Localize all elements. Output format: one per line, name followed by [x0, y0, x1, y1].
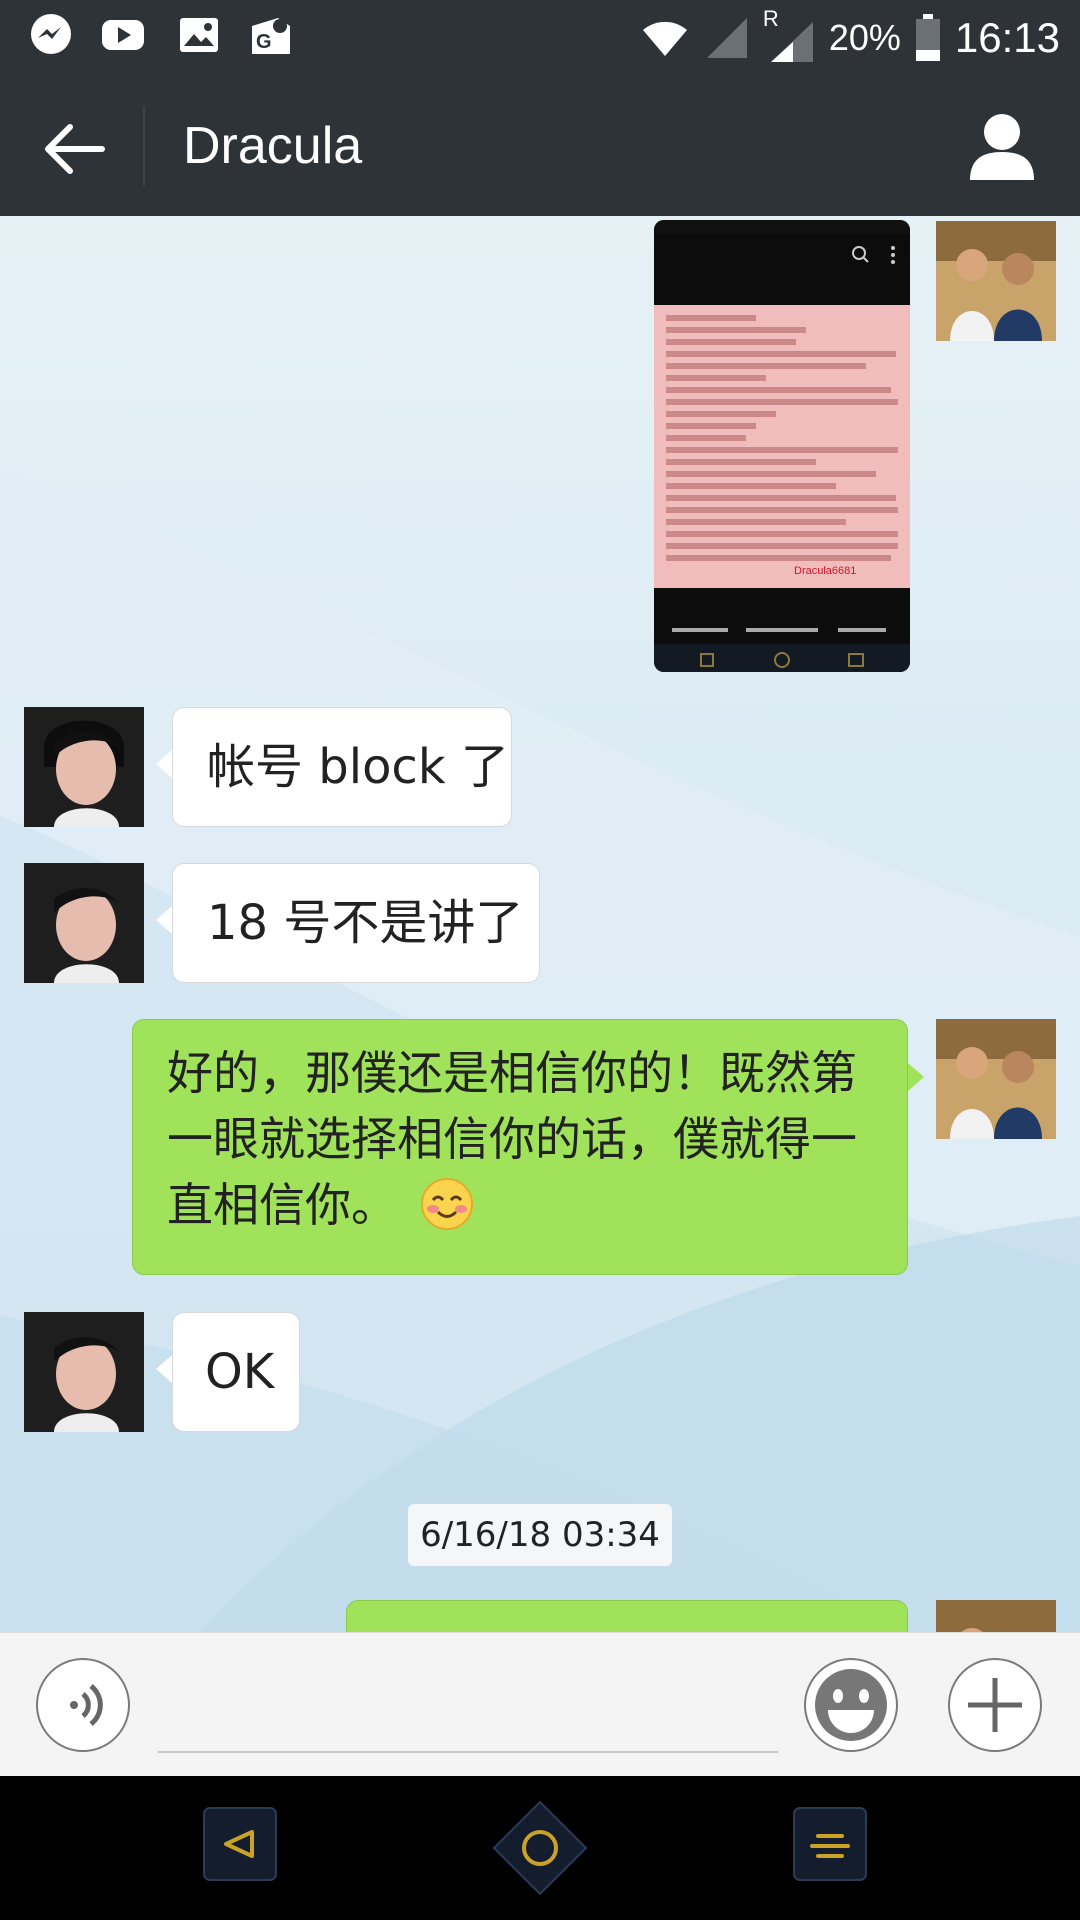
voice-icon — [70, 1684, 103, 1726]
message-input-bar — [0, 1632, 1080, 1777]
bubble-tail — [156, 906, 172, 934]
watermark-text: Dracula6681 — [794, 565, 857, 577]
plus-icon — [968, 1678, 1022, 1732]
shared-screenshot-image[interactable]: Dracula6681 — [654, 220, 910, 672]
message-bubble-outgoing-partial[interactable] — [346, 1600, 908, 1632]
contact-name: Dracula — [183, 117, 363, 175]
nav-home-icon[interactable] — [490, 1798, 590, 1898]
signal-icon — [706, 18, 747, 58]
maps-icon: G — [252, 18, 290, 54]
gallery-icon — [180, 18, 218, 52]
search-icon — [852, 246, 895, 264]
message-text-line: 好的，那僕还是相信你的！既然第 — [167, 1046, 857, 1100]
message-text-line: 直相信你。 — [167, 1172, 879, 1238]
message-text: 18 号不是讲了 — [207, 895, 524, 951]
signal-roaming-icon: R — [763, 6, 815, 64]
battery-icon — [915, 14, 940, 61]
header-divider — [143, 106, 145, 186]
bubble-tail — [156, 750, 172, 778]
message-input-field[interactable] — [158, 1751, 778, 1753]
screenshot-action-row — [654, 618, 910, 642]
screenshot-text-area: Dracula6681 — [654, 305, 910, 588]
smiley-icon — [815, 1669, 887, 1741]
svg-text:G: G — [256, 31, 272, 53]
my-avatar[interactable] — [936, 221, 1056, 341]
message-text: OK — [205, 1344, 275, 1400]
nav-back-icon[interactable] — [202, 1806, 278, 1882]
attach-button[interactable] — [948, 1658, 1042, 1752]
message-bubble-incoming[interactable]: 帐号 block 了 — [172, 707, 512, 827]
messenger-icon — [31, 14, 71, 54]
emoji-button[interactable] — [804, 1658, 898, 1752]
back-arrow-icon[interactable] — [40, 114, 110, 184]
bubble-tail — [908, 1063, 924, 1091]
message-bubble-incoming[interactable]: OK — [172, 1312, 300, 1432]
screenshot-nav — [654, 644, 910, 672]
nav-menu-icon[interactable] — [792, 1806, 868, 1882]
message-text-line: 一眼就选择相信你的话，僕就得一 — [167, 1112, 857, 1166]
blush-emoji-icon — [420, 1178, 473, 1230]
wifi-icon — [642, 21, 687, 56]
status-right: R 20% 16:13 — [639, 6, 1060, 70]
voice-input-button[interactable] — [36, 1658, 130, 1752]
battery-percent: 20% — [828, 17, 901, 58]
bubble-tail — [156, 1355, 172, 1383]
message-bubble-incoming[interactable]: 18 号不是讲了 — [172, 863, 540, 983]
contact-avatar[interactable] — [24, 1312, 144, 1432]
youtube-icon — [102, 20, 144, 50]
my-avatar[interactable] — [936, 1600, 1056, 1632]
contact-profile-icon[interactable] — [964, 108, 1040, 184]
message-timestamp: 6/16/18 03:34 — [408, 1504, 672, 1566]
clock: 16:13 — [954, 14, 1060, 61]
chat-header: Dracula — [0, 76, 1080, 216]
system-nav-bar — [0, 1776, 1080, 1920]
status-bar: G R 20% 16:13 — [0, 0, 1080, 76]
my-avatar[interactable] — [936, 1019, 1056, 1139]
contact-avatar[interactable] — [24, 707, 144, 827]
contact-avatar[interactable] — [24, 863, 144, 983]
message-bubble-outgoing[interactable]: 好的，那僕还是相信你的！既然第 一眼就选择相信你的话，僕就得一 直相信你。 — [132, 1019, 908, 1275]
message-text: 帐号 block 了 — [207, 739, 509, 795]
